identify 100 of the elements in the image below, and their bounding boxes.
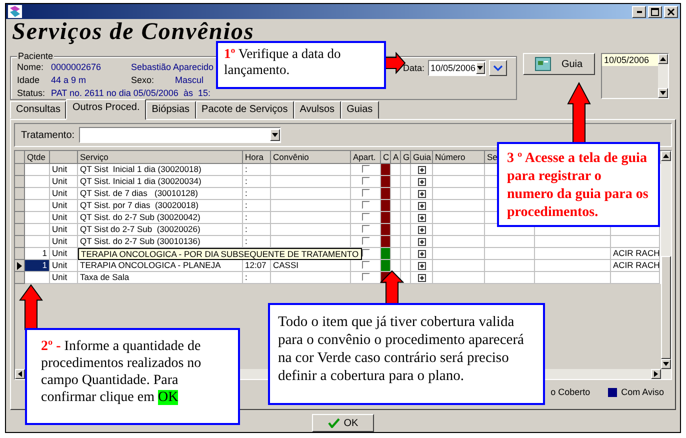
close-icon [667, 8, 675, 16]
empty-cell [485, 260, 535, 272]
group-label: Paciente [17, 51, 54, 61]
column-header[interactable]: Número [435, 152, 466, 162]
scroll-down-button[interactable] [658, 88, 668, 98]
minimize-button[interactable] [632, 6, 646, 18]
expand-icon[interactable] [418, 238, 426, 246]
table-cell: QT Sist do 2-7 Sub (30020026) [78, 224, 243, 236]
treatment-dropdown[interactable] [78, 127, 281, 143]
scroll-right-button[interactable] [651, 369, 661, 379]
table-cell: : [243, 200, 271, 212]
current-row-icon [17, 262, 22, 270]
dropdown-arrow-icon [477, 66, 484, 70]
table-cell: : [243, 188, 271, 200]
column-header[interactable]: Se [487, 152, 498, 162]
tab[interactable]: Pacote de Serviços [196, 101, 294, 119]
expand-icon[interactable] [418, 214, 426, 222]
scroll-up-button[interactable] [658, 54, 668, 64]
table-cell: QT Sist. do 2-7 Sub (30020042) [78, 212, 243, 224]
cell-tooltip: TERAPIA ONCOLOGICA - POR DIA SUBSEQUENTE DE TRATAMENTO [78, 248, 362, 260]
expand-icon[interactable] [418, 250, 426, 258]
maximize-icon [651, 8, 659, 16]
apart-checkbox[interactable] [362, 201, 370, 209]
close-button[interactable] [664, 6, 678, 18]
field-value: PAT no. 2611 no dia 05/05/2006 às 15: [51, 88, 210, 98]
ok-button[interactable]: OK [312, 414, 374, 432]
column-header[interactable]: Serviço [80, 152, 108, 162]
column-header[interactable]: Convênio [273, 152, 309, 162]
field-label: Sexo: [131, 75, 156, 85]
table-cell: Unit [50, 200, 78, 212]
instruction-tooltip: 1º Verifique a data do lançamento. [216, 41, 386, 89]
column-header[interactable]: Apart. [353, 152, 376, 162]
date-list[interactable]: 10/05/2006 [601, 53, 669, 99]
scroll-down-button[interactable] [661, 359, 671, 369]
apart-checkbox[interactable] [362, 273, 370, 281]
apart-checkbox[interactable] [362, 177, 370, 185]
scroll-right-icon [654, 371, 658, 377]
vertical-scrollbar[interactable] [658, 54, 668, 98]
empty-cell [485, 272, 535, 284]
field-value: Sebastião Aparecido [131, 62, 214, 72]
apart-checkbox[interactable] [362, 225, 370, 233]
expand-icon[interactable] [418, 190, 426, 198]
date-dropdown[interactable]: 10/05/2006 [428, 60, 486, 76]
column-header[interactable]: Qtde [27, 152, 46, 162]
field-value: 44 a 9 m [51, 75, 88, 85]
confirm-date-button[interactable] [488, 60, 507, 76]
quantity-cell[interactable]: 1 [25, 260, 50, 272]
tab[interactable]: Biópsias [146, 101, 196, 119]
tab[interactable]: Outros Proced. [66, 99, 146, 120]
instruction-tooltip: Todo o item que já tiver cobertura valida para o convênio o procedimento aparecerá na cor Verde caso contrário será preciso definir a cobertura para o plano. [268, 303, 545, 405]
table-cell: CASSI [271, 260, 351, 272]
expand-icon[interactable] [418, 178, 426, 186]
maximize-button[interactable] [648, 6, 662, 18]
column-header[interactable]: C [383, 152, 390, 162]
apart-checkbox[interactable] [362, 261, 370, 269]
pointer-arrow [19, 284, 43, 330]
column-header[interactable]: G [403, 152, 410, 162]
column-header[interactable]: A [393, 152, 399, 162]
guia-button[interactable]: Guia [523, 53, 595, 75]
empty-cell [485, 236, 535, 248]
chevron-down-icon [492, 64, 503, 72]
tab[interactable]: Avulsos [294, 101, 341, 119]
table-cell: Unit [50, 176, 78, 188]
table-cell: ACIR RACH [611, 248, 660, 260]
apart-checkbox[interactable] [362, 237, 370, 245]
apart-checkbox[interactable] [362, 189, 370, 197]
expand-icon[interactable] [418, 202, 426, 210]
checkmark-icon [328, 418, 340, 428]
row-indicator[interactable] [15, 260, 25, 272]
column-header[interactable]: Hora [245, 152, 264, 162]
expand-icon[interactable] [418, 166, 426, 174]
field-label: Idade [17, 75, 41, 85]
expand-icon[interactable] [418, 262, 426, 270]
scroll-thumb[interactable] [661, 256, 671, 359]
field-label: Status: [17, 88, 46, 98]
column-header[interactable]: Guia [413, 152, 431, 162]
scroll-left-button[interactable] [15, 369, 25, 379]
empty-cell [611, 236, 660, 248]
table-cell: QT Sist. de 7 dias (30010128) [78, 188, 243, 200]
expand-icon[interactable] [418, 226, 426, 234]
field-label: Nome: [17, 62, 45, 72]
table-cell: Unit [50, 164, 78, 176]
scroll-down-icon [660, 91, 666, 95]
expand-icon[interactable] [418, 274, 426, 282]
vertical-scrollbar[interactable] [661, 151, 671, 369]
list-item[interactable]: 10/05/2006 [602, 54, 658, 66]
legend-label: o Coberto [550, 387, 590, 397]
tab[interactable]: Consultas [10, 101, 66, 119]
minimize-icon [636, 10, 642, 12]
table-cell: : [243, 224, 271, 236]
app-icon [8, 5, 22, 18]
table-cell: 12:07 [243, 260, 271, 272]
empty-cell [611, 272, 660, 284]
table-cell: Unit [50, 188, 78, 200]
apart-checkbox[interactable] [362, 213, 370, 221]
instruction-tooltip: 3 º Acesse a tela de guia para registrar o numero da guia para os procedimentos. [497, 142, 660, 227]
tab[interactable]: Guias [340, 101, 379, 119]
scroll-up-button[interactable] [661, 151, 671, 161]
scroll-up-icon [663, 154, 669, 158]
apart-checkbox[interactable] [362, 165, 370, 173]
